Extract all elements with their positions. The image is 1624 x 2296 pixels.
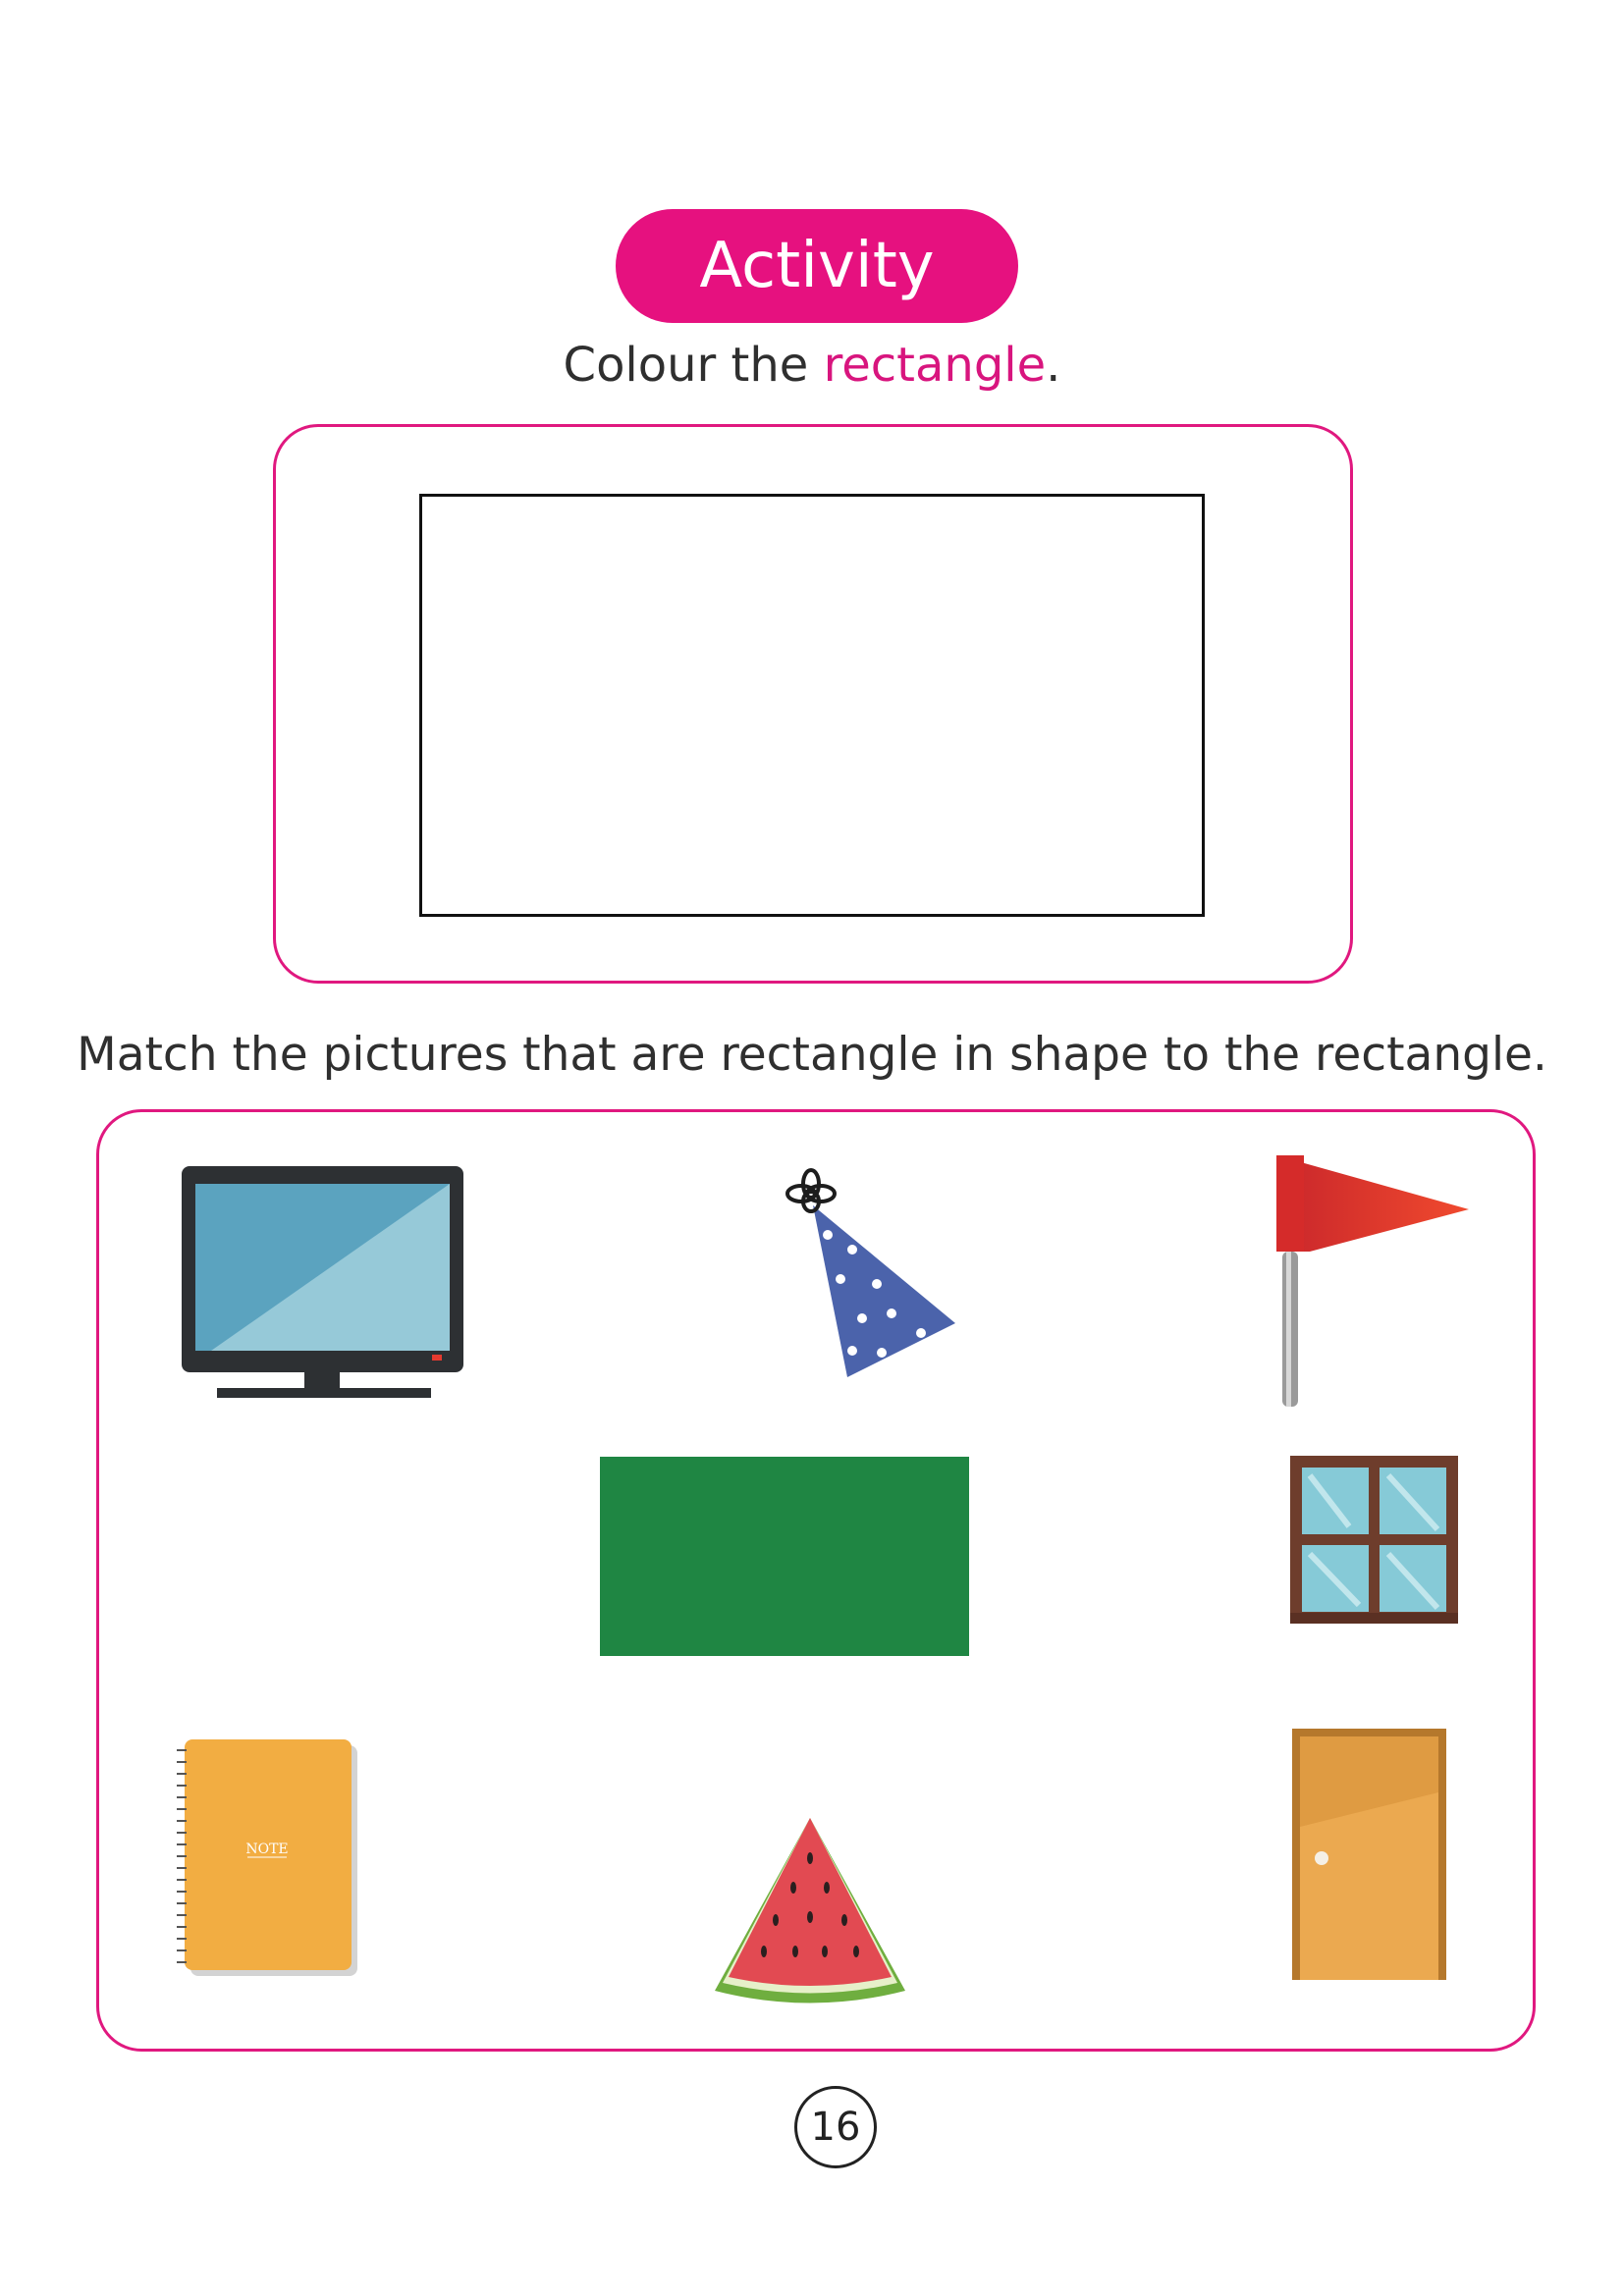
television-icon[interactable] xyxy=(182,1166,466,1402)
party-hat-icon[interactable] xyxy=(784,1166,965,1382)
colour-instruction-suffix: . xyxy=(1046,338,1061,393)
colour-instruction: Colour the rectangle. xyxy=(0,338,1624,393)
door-icon[interactable] xyxy=(1292,1729,1446,1980)
page-number: 16 xyxy=(794,2086,877,2168)
flag-icon[interactable] xyxy=(1274,1153,1481,1409)
green-rectangle-icon[interactable] xyxy=(600,1457,969,1656)
watermelon-icon[interactable] xyxy=(707,1814,913,2010)
window-icon[interactable] xyxy=(1290,1456,1458,1624)
notebook-icon[interactable]: NOTE xyxy=(177,1737,363,1978)
notebook-label: NOTE xyxy=(245,1842,288,1857)
activity-badge: Activity xyxy=(616,209,1018,323)
rectangle-to-colour[interactable] xyxy=(419,494,1205,917)
colour-instruction-prefix: Colour the xyxy=(563,338,824,393)
activity-badge-label: Activity xyxy=(699,230,935,302)
match-instruction: Match the pictures that are rectangle in… xyxy=(77,1028,1547,1082)
colour-instruction-highlight: rectangle xyxy=(823,338,1047,393)
